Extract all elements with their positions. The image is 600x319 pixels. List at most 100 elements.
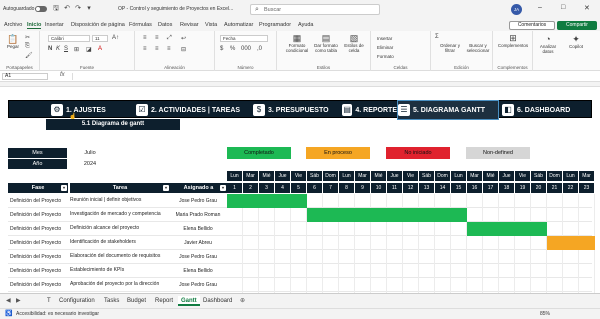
gantt-day-cell[interactable] xyxy=(355,222,371,236)
fase-cell[interactable]: Definición del Proyecto xyxy=(10,194,70,208)
nav-tab-ajustes[interactable]: ⚙ 1. AJUSTES xyxy=(51,101,141,119)
gantt-day-cell[interactable] xyxy=(467,208,483,222)
gantt-day-cell[interactable] xyxy=(467,250,483,264)
font-name-select[interactable]: Calibri xyxy=(48,35,90,42)
asignado-cell[interactable]: Maria Prado Roman xyxy=(170,208,226,222)
minimize-icon[interactable]: – xyxy=(538,4,542,11)
fase-cell[interactable]: Definición del Proyecto xyxy=(10,222,70,236)
menu-formulas[interactable]: Fórmulas xyxy=(129,22,152,28)
gantt-day-cell[interactable] xyxy=(483,264,499,278)
currency-icon[interactable]: $ xyxy=(220,46,223,52)
customize-toolbar-icon[interactable]: ▾ xyxy=(85,5,93,13)
gantt-day-cell[interactable] xyxy=(339,222,355,236)
gantt-day-cell[interactable] xyxy=(579,250,595,264)
gantt-day-cell[interactable] xyxy=(355,264,371,278)
gantt-day-cell[interactable] xyxy=(243,236,259,250)
menu-datos[interactable]: Datos xyxy=(158,22,172,28)
gantt-day-cell[interactable] xyxy=(243,250,259,264)
gantt-day-cell[interactable] xyxy=(275,278,291,292)
gantt-day-cell[interactable] xyxy=(483,236,499,250)
gantt-day-cell[interactable] xyxy=(547,222,563,236)
bold-icon[interactable]: N xyxy=(48,46,52,52)
gantt-day-cell[interactable] xyxy=(323,222,339,236)
gantt-day-cell[interactable] xyxy=(467,236,483,250)
name-box[interactable]: A1 xyxy=(2,73,48,80)
gantt-day-cell[interactable] xyxy=(403,194,419,208)
gantt-day-cell[interactable] xyxy=(483,208,499,222)
formula-input[interactable] xyxy=(72,73,592,80)
gantt-day-cell[interactable] xyxy=(323,264,339,278)
gantt-day-cell[interactable] xyxy=(403,222,419,236)
filter-dropdown-icon[interactable]: ▾ xyxy=(220,185,226,191)
gantt-day-cell[interactable] xyxy=(387,236,403,250)
gantt-day-cell[interactable] xyxy=(403,236,419,250)
gantt-day-cell[interactable] xyxy=(291,236,307,250)
table-row[interactable]: Definición del Proyecto Investigación de … xyxy=(8,208,595,222)
gantt-day-cell[interactable] xyxy=(291,278,307,292)
gantt-day-cell[interactable] xyxy=(531,264,547,278)
nav-tab-reporte[interactable]: ▤ 4. REPORTE xyxy=(342,101,397,119)
gantt-day-cell[interactable] xyxy=(451,222,467,236)
gantt-day-cell[interactable] xyxy=(323,236,339,250)
table-row[interactable]: Definición del Proyecto Establecimiento d… xyxy=(8,264,595,278)
italic-icon[interactable]: K xyxy=(56,46,60,52)
gantt-day-cell[interactable] xyxy=(467,264,483,278)
gantt-day-cell[interactable] xyxy=(371,236,387,250)
menu-revisar[interactable]: Revisar xyxy=(180,22,199,28)
gantt-day-cell[interactable] xyxy=(515,278,531,292)
cell-styles-button[interactable]: ▧ Estilos de celda xyxy=(341,33,367,53)
decimal-icon[interactable]: ,0 xyxy=(257,46,262,52)
align-center-icon[interactable]: ≡ xyxy=(155,46,159,52)
gantt-day-cell[interactable] xyxy=(515,208,531,222)
gantt-day-cell[interactable] xyxy=(531,278,547,292)
menu-ayuda[interactable]: Ayuda xyxy=(298,22,314,28)
gantt-day-cell[interactable] xyxy=(259,222,275,236)
table-row[interactable]: Definición del Proyecto Elaboración del d… xyxy=(8,250,595,264)
search-box[interactable]: ⌕ Buscar xyxy=(250,4,380,15)
maximize-icon[interactable]: □ xyxy=(561,4,565,11)
gantt-day-cell[interactable] xyxy=(227,208,243,222)
gantt-day-cell[interactable] xyxy=(563,208,579,222)
nav-tab-actividades[interactable]: ☑ 2. ACTIVIDADES | TAREAS xyxy=(136,101,246,119)
gantt-day-cell[interactable] xyxy=(355,236,371,250)
gantt-day-cell[interactable] xyxy=(419,194,435,208)
table-row[interactable]: Definición del Proyecto Identificación de… xyxy=(8,236,595,250)
gantt-day-cell[interactable] xyxy=(499,278,515,292)
gantt-day-cell[interactable] xyxy=(435,250,451,264)
menu-archivo[interactable]: Archivo xyxy=(4,22,22,28)
gantt-day-cell[interactable] xyxy=(563,264,579,278)
gantt-day-cell[interactable] xyxy=(307,194,323,208)
gantt-day-cell[interactable] xyxy=(419,278,435,292)
gantt-day-cell[interactable] xyxy=(579,278,595,292)
filter-dropdown-icon[interactable]: ▾ xyxy=(61,185,67,191)
gantt-day-cell[interactable] xyxy=(547,194,563,208)
gantt-day-cell[interactable] xyxy=(227,236,243,250)
comments-button[interactable]: Comentarios xyxy=(509,21,555,30)
font-color-icon[interactable]: A xyxy=(98,46,102,52)
gantt-day-cell[interactable] xyxy=(403,250,419,264)
tarea-cell[interactable]: Definición alcance del proyecto xyxy=(70,222,174,236)
menu-vista[interactable]: Vista xyxy=(205,22,217,28)
autosave-toggle[interactable] xyxy=(35,6,47,12)
autosum-icon[interactable]: Σ xyxy=(435,34,439,40)
gantt-day-cell[interactable] xyxy=(563,250,579,264)
number-format-select[interactable]: Fecha xyxy=(220,35,268,42)
gantt-day-cell[interactable] xyxy=(339,264,355,278)
gantt-day-cell[interactable] xyxy=(259,236,275,250)
gantt-day-cell[interactable] xyxy=(275,250,291,264)
gantt-day-cell[interactable] xyxy=(339,236,355,250)
gantt-day-cell[interactable] xyxy=(579,194,595,208)
gantt-day-cell[interactable] xyxy=(275,222,291,236)
nav-tab-diagrama-gantt[interactable]: ☰ 5. DIAGRAMA GANTT xyxy=(397,100,499,120)
gantt-day-cell[interactable] xyxy=(291,222,307,236)
gantt-day-cell[interactable] xyxy=(403,278,419,292)
menu-disposicion[interactable]: Disposición de página xyxy=(71,22,125,28)
gantt-day-cell[interactable] xyxy=(435,278,451,292)
save-icon[interactable]: 🖫 xyxy=(52,5,60,13)
paste-button[interactable]: 📋 Pegar xyxy=(5,34,21,49)
sort-filter-button[interactable]: Ordenar y filtrar xyxy=(437,43,463,53)
close-icon[interactable]: ✕ xyxy=(584,4,590,12)
tarea-cell[interactable]: Elaboración del documento de requisitos xyxy=(70,250,174,264)
merge-center-icon[interactable]: ⊟ xyxy=(181,46,186,53)
gantt-day-cell[interactable] xyxy=(355,278,371,292)
